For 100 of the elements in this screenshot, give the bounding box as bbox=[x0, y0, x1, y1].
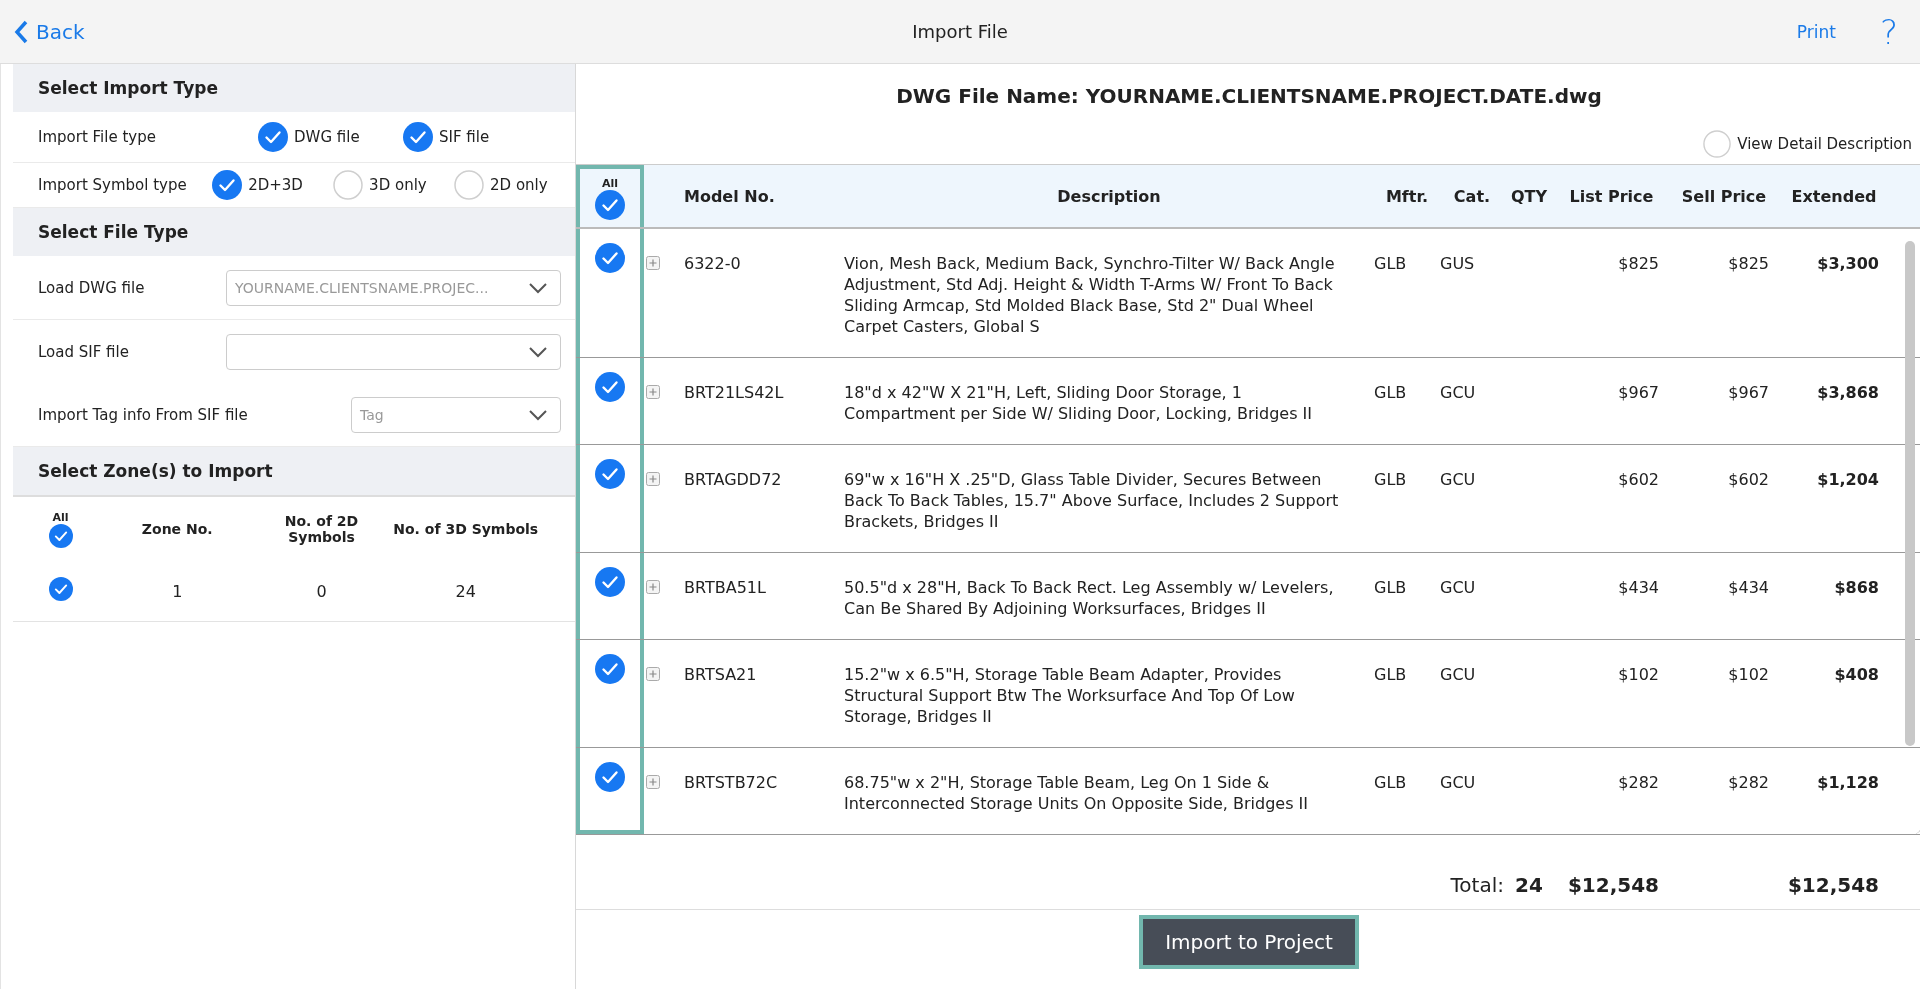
option-label: 3D only bbox=[369, 176, 427, 194]
table-cell-text: $967 bbox=[1617, 382, 1660, 404]
column-header: Model No. bbox=[684, 186, 776, 206]
table-cell-text: $1,204 bbox=[1816, 469, 1880, 491]
field-label: Load DWG file bbox=[38, 278, 145, 297]
column-header: QTY bbox=[1509, 186, 1549, 206]
total-label: Total: bbox=[1449, 872, 1504, 897]
checkbox[interactable] bbox=[48, 577, 73, 601]
option-label: DWG file bbox=[294, 128, 360, 146]
table-cell-text: GLB bbox=[1374, 253, 1408, 275]
column-header: Description bbox=[1056, 186, 1162, 206]
checkbox[interactable] bbox=[403, 122, 433, 152]
all-label: All bbox=[601, 176, 619, 190]
column-header: Sell Price bbox=[1680, 186, 1768, 206]
column-header: Mftr. bbox=[1384, 186, 1430, 206]
table-cell-text: GLB bbox=[1374, 469, 1408, 491]
dropdown-field[interactable]: Tag bbox=[351, 396, 561, 433]
table-cell-text: $825 bbox=[1727, 253, 1770, 275]
table-cell-text: 15.2"w x 6.5"H, Storage Table Beam Adapter, Provides Structural Support Btw The Worksurface And Top Of Low Storage, Bridges II bbox=[844, 664, 1296, 728]
column-header: List Price bbox=[1568, 186, 1655, 206]
table-cell-text: $102 bbox=[1617, 664, 1660, 686]
table-cell-text: GLB bbox=[1374, 664, 1408, 686]
option-label: View Detail Description bbox=[1737, 135, 1912, 153]
total-value: 24 bbox=[1514, 872, 1544, 897]
table-cell-text: GLB bbox=[1374, 382, 1408, 404]
option-label: 2D only bbox=[490, 176, 548, 194]
chevron-down-icon bbox=[528, 408, 548, 421]
checkbox[interactable] bbox=[595, 372, 625, 402]
option-label: SIF file bbox=[439, 128, 490, 146]
checkbox[interactable] bbox=[258, 122, 288, 152]
expand-icon[interactable] bbox=[646, 472, 660, 486]
column-header: Cat. bbox=[1452, 186, 1492, 206]
checkbox[interactable] bbox=[595, 189, 625, 220]
checkbox[interactable] bbox=[595, 762, 625, 792]
table-cell-text: GCU bbox=[1440, 469, 1477, 491]
column-header: No. of 3D Symbols bbox=[392, 521, 540, 537]
table-cell-text: 24 bbox=[454, 581, 477, 601]
table-cell-text: 69"w x 16"H X .25"D, Glass Table Divider, Secures Between Back To Back Tables, 15.7" Above Surface, Includes 2 Support Brackets, Bridges II bbox=[844, 469, 1340, 533]
table-cell-text: 6322-0 bbox=[684, 253, 742, 275]
column-header: Zone No. bbox=[140, 521, 214, 537]
option-label: Import Symbol type bbox=[38, 176, 188, 194]
checkbox[interactable] bbox=[595, 243, 625, 273]
section-header: Select Zone(s) to Import bbox=[13, 447, 575, 497]
table-cell-text: BRTSA21 bbox=[684, 664, 758, 686]
table-cell-text: BRTSTB72C bbox=[684, 772, 779, 794]
column-header: Extended bbox=[1790, 186, 1878, 206]
table-cell-text: GCU bbox=[1440, 664, 1477, 686]
column-header: No. of 2D Symbols bbox=[283, 513, 360, 545]
table-cell-text: Vion, Mesh Back, Medium Back, Synchro-Tilter W/ Back Angle Adjustment, Std Adj. Height & Width T-Arms W/ Front To Back Sliding Armcap, Std Molded Black Base, Std 2" Dual Wheel Carpet Casters, Global S bbox=[844, 253, 1336, 338]
table-cell-text: $1,128 bbox=[1816, 772, 1880, 794]
table-cell-text: $282 bbox=[1617, 772, 1660, 794]
expand-icon[interactable] bbox=[646, 580, 660, 594]
checkbox[interactable] bbox=[595, 567, 625, 597]
expand-icon[interactable] bbox=[646, 385, 660, 399]
expand-icon[interactable] bbox=[646, 775, 660, 789]
help-button[interactable]: ? bbox=[1879, 11, 1906, 52]
table-cell-text: $3,300 bbox=[1816, 253, 1880, 275]
table-cell-text: $434 bbox=[1617, 577, 1660, 599]
table-cell-text: GCU bbox=[1440, 772, 1477, 794]
option-label: Import File type bbox=[38, 128, 157, 146]
checkbox[interactable] bbox=[595, 459, 625, 489]
table-cell-text: 18"d x 42"W X 21"H, Left, Sliding Door Storage, 1 Compartment per Side W/ Sliding Door, Locking, Bridges II bbox=[844, 382, 1314, 425]
table-cell-text: GUS bbox=[1440, 253, 1476, 275]
back-button[interactable]: Back bbox=[14, 19, 85, 44]
field-label: Import Tag info From SIF file bbox=[38, 405, 248, 424]
checkbox[interactable] bbox=[48, 523, 73, 548]
print-link[interactable]: Print bbox=[1796, 21, 1836, 42]
scrollbar[interactable] bbox=[1905, 241, 1915, 746]
section-header: Select Import Type bbox=[13, 64, 575, 112]
total-value: $12,548 bbox=[1786, 872, 1880, 897]
table-cell-text: GCU bbox=[1440, 577, 1477, 599]
radio-button[interactable] bbox=[212, 170, 243, 200]
dropdown-field[interactable] bbox=[226, 333, 561, 370]
table-cell-text: GCU bbox=[1440, 382, 1477, 404]
checkbox[interactable] bbox=[595, 654, 625, 684]
table-cell-text: 1 bbox=[171, 581, 184, 601]
section-header: Select File Type bbox=[13, 208, 575, 256]
option-label: 2D+3D bbox=[248, 176, 303, 194]
table-cell-text: GLB bbox=[1374, 772, 1408, 794]
chevron-left-icon bbox=[14, 19, 28, 44]
table-cell-text: $408 bbox=[1833, 664, 1880, 686]
expand-icon[interactable] bbox=[646, 667, 660, 681]
chevron-down-icon bbox=[528, 345, 548, 358]
radio-button[interactable] bbox=[454, 170, 485, 200]
total-value: $12,548 bbox=[1566, 872, 1660, 897]
table-cell-text: $602 bbox=[1727, 469, 1770, 491]
expand-icon[interactable] bbox=[646, 256, 660, 270]
radio-button[interactable] bbox=[333, 170, 364, 200]
table-cell-text: 68.75"w x 2"H, Storage Table Beam, Leg On 1 Side & Interconnected Storage Units On Opposite Side, Bridges II bbox=[844, 772, 1310, 815]
table-cell-text: $868 bbox=[1833, 577, 1880, 599]
table-cell-text: $102 bbox=[1727, 664, 1770, 686]
table-cell-text: GLB bbox=[1374, 577, 1408, 599]
table-cell-text: 0 bbox=[315, 581, 328, 601]
table-cell-text: $3,868 bbox=[1816, 382, 1880, 404]
table-cell-text: BRTAGDD72 bbox=[684, 469, 783, 491]
dropdown-field[interactable]: YOURNAME.CLIENTSNAME.PROJEC... bbox=[226, 269, 561, 306]
table-cell-text: 50.5"d x 28"H, Back To Back Rect. Leg Assembly w/ Levelers, Can Be Shared By Adjoining Worksurfaces, Bridges II bbox=[844, 577, 1335, 620]
table-cell-text: $967 bbox=[1727, 382, 1770, 404]
field-label: Load SIF file bbox=[38, 342, 129, 361]
radio-button[interactable] bbox=[1703, 130, 1732, 158]
